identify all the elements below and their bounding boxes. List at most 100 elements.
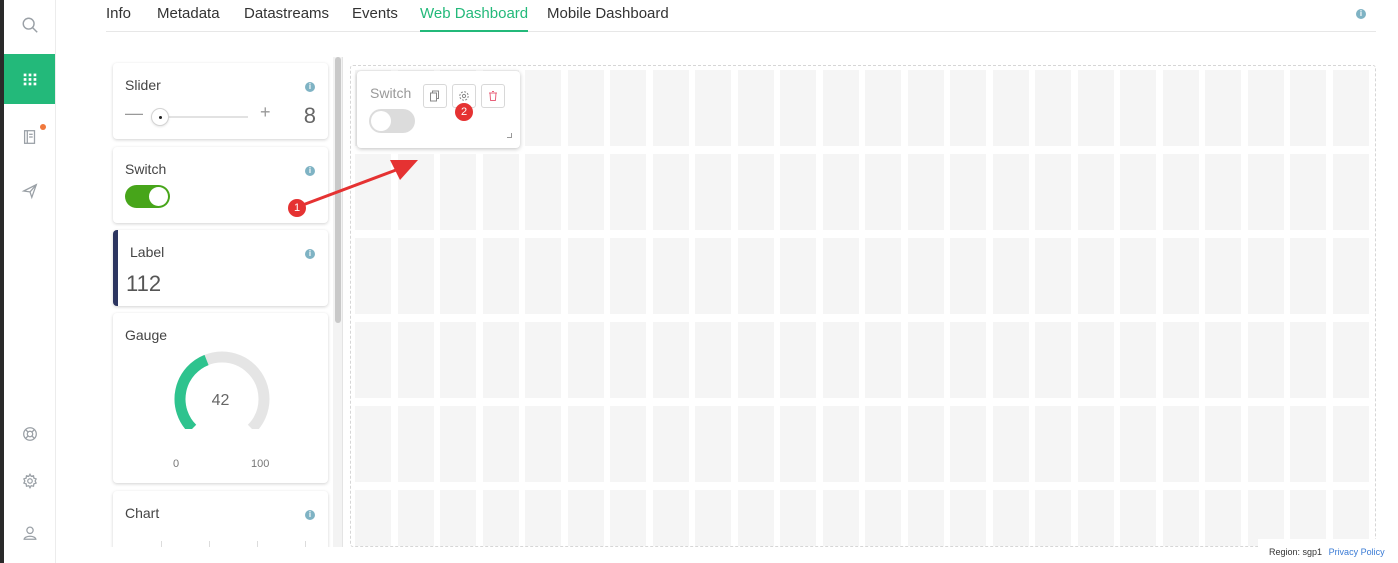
grid-cell[interactable] [865, 322, 901, 398]
grid-cell[interactable] [1332, 70, 1369, 146]
grid-cell[interactable] [525, 238, 561, 314]
grid-cell[interactable] [992, 154, 1029, 230]
grid-cell[interactable] [1290, 154, 1326, 230]
user-icon[interactable] [4, 508, 55, 558]
grid-cell[interactable] [1077, 238, 1114, 314]
grid-cell[interactable] [397, 238, 434, 314]
grid-cell[interactable] [567, 154, 604, 230]
grid-cell[interactable] [992, 238, 1029, 314]
grid-cell[interactable] [695, 406, 731, 482]
grid-cell[interactable] [1290, 406, 1326, 482]
tab-info[interactable]: Info [106, 5, 131, 30]
send-icon[interactable] [4, 166, 55, 216]
grid-cell[interactable] [567, 490, 604, 546]
grid-cell[interactable] [1162, 154, 1199, 230]
grid-cell[interactable] [397, 490, 434, 546]
grid-cell[interactable] [950, 322, 986, 398]
grid-cell[interactable] [695, 322, 731, 398]
grid-cell[interactable] [992, 406, 1029, 482]
grid-cell[interactable] [482, 154, 519, 230]
grid-cell[interactable] [1247, 70, 1284, 146]
grid-cell[interactable] [610, 322, 646, 398]
label-widget-card[interactable]: Label i 112 [113, 230, 328, 306]
grid-cell[interactable] [652, 154, 689, 230]
grid-cell[interactable] [822, 70, 859, 146]
grid-cell[interactable] [907, 238, 944, 314]
grid-cell[interactable] [397, 154, 434, 230]
palette-scrollbar-thumb[interactable] [335, 57, 341, 323]
grid-cell[interactable] [1035, 154, 1071, 230]
grid-cell[interactable] [992, 70, 1029, 146]
grid-cell[interactable] [695, 70, 731, 146]
grid-cell[interactable] [482, 322, 519, 398]
gauge-widget-card[interactable]: Gauge 42 0 100 [113, 313, 328, 483]
grid-cell[interactable] [992, 322, 1029, 398]
grid-cell[interactable] [907, 154, 944, 230]
grid-cell[interactable] [440, 490, 476, 546]
grid-cell[interactable] [1247, 238, 1284, 314]
grid-cell[interactable] [610, 154, 646, 230]
grid-cell[interactable] [397, 322, 434, 398]
grid-cell[interactable] [652, 322, 689, 398]
grid-cell[interactable] [822, 154, 859, 230]
grid-cell[interactable] [950, 406, 986, 482]
grid-cell[interactable] [865, 406, 901, 482]
book-icon[interactable] [4, 112, 55, 162]
grid-cell[interactable] [1162, 406, 1199, 482]
slider-widget-card[interactable]: Slider i — + 8 [113, 63, 328, 139]
grid-cell[interactable] [780, 406, 816, 482]
grid-cell[interactable] [780, 322, 816, 398]
grid-cell[interactable] [907, 70, 944, 146]
grid-cell[interactable] [1332, 406, 1369, 482]
search-icon[interactable] [4, 0, 55, 50]
grid-cell[interactable] [1205, 406, 1241, 482]
grid-cell[interactable] [1077, 154, 1114, 230]
info-icon[interactable]: i [1356, 9, 1366, 19]
grid-cell[interactable] [780, 238, 816, 314]
grid-cell[interactable] [1035, 490, 1071, 546]
grid-cell[interactable] [992, 490, 1029, 546]
grid-cell[interactable] [737, 406, 774, 482]
grid-cell[interactable] [1077, 70, 1114, 146]
grid-cell[interactable] [567, 322, 604, 398]
grid-cell[interactable] [822, 238, 859, 314]
grid-cell[interactable] [737, 70, 774, 146]
grid-cell[interactable] [355, 154, 391, 230]
grid-cell[interactable] [1162, 490, 1199, 546]
grid-cell[interactable] [1120, 406, 1156, 482]
grid-cell[interactable] [525, 406, 561, 482]
minus-icon[interactable]: — [125, 103, 143, 124]
grid-cell[interactable] [567, 238, 604, 314]
grid-cell[interactable] [610, 490, 646, 546]
grid-cell[interactable] [567, 406, 604, 482]
grid-cell[interactable] [1290, 70, 1326, 146]
grid-cell[interactable] [1332, 322, 1369, 398]
grid-cell[interactable] [1205, 70, 1241, 146]
plus-icon[interactable]: + [260, 102, 271, 123]
grid-cell[interactable] [1332, 154, 1369, 230]
grid-cell[interactable] [950, 154, 986, 230]
grid-cell[interactable] [695, 238, 731, 314]
privacy-policy-link[interactable]: Privacy Policy [1329, 547, 1385, 557]
grid-cell[interactable] [1332, 238, 1369, 314]
grid-cell[interactable] [1290, 238, 1326, 314]
grid-cell[interactable] [865, 238, 901, 314]
grid-cell[interactable] [1162, 70, 1199, 146]
grid-cell[interactable] [482, 490, 519, 546]
grid-icon[interactable] [4, 54, 55, 104]
info-icon[interactable]: i [305, 249, 315, 259]
grid-cell[interactable] [1205, 322, 1241, 398]
grid-cell[interactable] [950, 490, 986, 546]
grid-cell[interactable] [1205, 490, 1241, 546]
grid-cell[interactable] [1120, 490, 1156, 546]
grid-cell[interactable] [1247, 322, 1284, 398]
grid-cell[interactable] [1077, 490, 1114, 546]
info-icon[interactable]: i [305, 82, 315, 92]
grid-cell[interactable] [525, 70, 561, 146]
grid-cell[interactable] [1077, 322, 1114, 398]
grid-cell[interactable] [440, 238, 476, 314]
grid-cell[interactable] [1035, 406, 1071, 482]
grid-cell[interactable] [1120, 70, 1156, 146]
resize-handle[interactable] [507, 133, 512, 138]
grid-cell[interactable] [652, 490, 689, 546]
